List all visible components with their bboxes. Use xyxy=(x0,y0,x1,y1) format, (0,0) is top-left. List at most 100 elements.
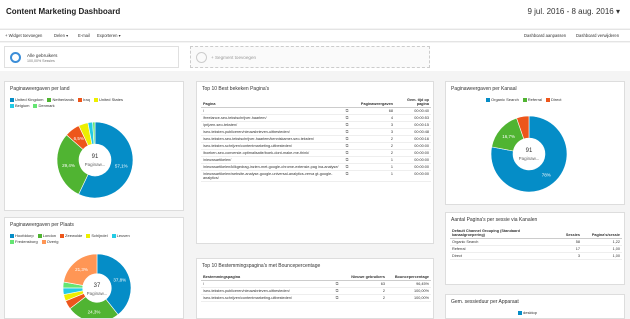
landing-page-cell[interactable]: /seo-teksten-schrijven/contentmarketing-… xyxy=(201,294,331,302)
widget-title: Top 10 Bestemmingspagina's met Bounceper… xyxy=(202,263,321,269)
table-row[interactable]: /prijzen-seo-teksten/⧉ 3 00:00:15 xyxy=(201,121,431,129)
channel-cell[interactable]: Direct xyxy=(450,252,554,260)
open-link-icon[interactable]: ⧉ xyxy=(331,280,343,288)
table-row[interactable]: /seo-teksten-publiceren/nieuwsbrieven-ui… xyxy=(201,287,431,295)
landing-page-cell[interactable]: /seo-teksten-publiceren/nieuwsbrieven-ui… xyxy=(201,287,331,295)
widget-pageviews-country: Paginaweergaven per land United Kingdom N… xyxy=(4,81,184,211)
table-row[interactable]: /nieuwsartikelen/kilkgedrag-inzien-met-g… xyxy=(201,163,431,171)
widget-top10-pages: Top 10 Best bekeken Pagina's Pagina Pagi… xyxy=(196,81,434,244)
pages-per-session-table: Default Channel Grouping (Standaard kana… xyxy=(450,228,622,260)
page-path-cell[interactable]: / xyxy=(201,107,341,115)
col-header-avg-time[interactable]: Gem. tijd op pagina xyxy=(395,97,431,108)
table-row[interactable]: Direct 3 1,00 xyxy=(450,252,622,260)
slice-label: 37,8% xyxy=(113,278,126,283)
table-row[interactable]: /seo-teksten-seo-tekstschrijver-haarlem/… xyxy=(201,135,431,143)
slice-label: 29,4% xyxy=(62,163,75,168)
table-row[interactable]: Referral 17 1,00 xyxy=(450,245,622,253)
channel-cell[interactable]: Referral xyxy=(450,245,554,253)
chart-legend: Hoofddorp London Zeewolde Schijndel Leuven Fr… xyxy=(10,233,182,245)
open-link-icon[interactable]: ⧉ xyxy=(341,114,353,122)
sessions-cell: 3 xyxy=(554,252,582,260)
customize-dashboard-button[interactable]: Dashboard aanpassen xyxy=(524,33,566,38)
pageviews-cell: 1 xyxy=(353,170,395,182)
pageviews-cell: 2 xyxy=(353,135,395,143)
donut-chart: 91 Paginaw... 57,1% 29,4% 6,5% xyxy=(56,121,134,199)
page-path-cell[interactable]: /freelance-seo-tekstschrijver-haarlem/ xyxy=(201,114,341,122)
pageviews-cell: 2 xyxy=(353,142,395,150)
open-link-icon[interactable]: ⧉ xyxy=(341,170,353,182)
delete-dashboard-button[interactable]: Dashboard verwijderen xyxy=(576,33,619,38)
table-row[interactable]: /seo-teksten-publiceren/nieuwsbrieven-ui… xyxy=(201,128,431,136)
col-header-pageviews[interactable]: Paginaweergaven xyxy=(353,97,395,108)
open-link-icon[interactable]: ⧉ xyxy=(341,142,353,150)
table-row[interactable]: / ⧉ 68 00:00:40 xyxy=(201,107,431,115)
page-path-cell[interactable]: /nieuwsartikelen/ xyxy=(201,156,341,164)
channel-cell[interactable]: Organic Search xyxy=(450,238,554,246)
table-row[interactable]: /nieuwsartikelen/website-analyse-google-… xyxy=(201,170,431,182)
sessions-cell: 58 xyxy=(554,238,582,246)
chart-legend: United Kingdom Netherlands Iraq United Stat… xyxy=(10,97,182,109)
widget-title: Paginaweergaven per Kanaal xyxy=(451,86,517,92)
avg-time-cell: 00:00:16 xyxy=(395,135,431,143)
bounce-body: / ⧉ 63 96,45%/seo-teksten-publiceren/nieuws… xyxy=(201,280,431,302)
open-link-icon[interactable]: ⧉ xyxy=(341,135,353,143)
pageviews-cell: 4 xyxy=(353,114,395,122)
page-path-cell[interactable]: /seo-teksten-schrijven/contentmarketing-… xyxy=(201,142,341,150)
legend-item: Schijndel xyxy=(86,233,108,239)
open-link-icon[interactable]: ⧉ xyxy=(341,128,353,136)
pages-per-session-cell: 1,00 xyxy=(582,245,622,253)
legend-item: Overig xyxy=(41,239,58,245)
date-range-picker[interactable]: 9 jul. 2016 - 8 aug. 2016 ▾ xyxy=(527,7,620,16)
date-range-label: 9 jul. 2016 - 8 aug. 2016 xyxy=(527,7,614,16)
pages-per-session-cell: 1,22 xyxy=(582,238,622,246)
landing-page-cell[interactable]: / xyxy=(201,280,331,288)
share-button[interactable]: Delen xyxy=(54,33,68,38)
page-path-cell[interactable]: /prijzen-seo-teksten/ xyxy=(201,121,341,129)
segment-all-users[interactable]: Alle gebruikers 100,00% Sessies xyxy=(4,46,179,68)
page-path-cell[interactable]: /boeken-seo-conversie-optimalisatie/boek… xyxy=(201,149,341,157)
add-segment-button[interactable]: + Segment toevoegen xyxy=(190,46,430,68)
slice-label: 57,1% xyxy=(115,163,128,168)
table-row[interactable]: /seo-teksten-schrijven/contentmarketing-… xyxy=(201,142,431,150)
col-header-pages-per-session[interactable]: Pagina's/sessie xyxy=(582,228,622,239)
slice-label: 78% xyxy=(542,172,551,177)
pageviews-cell: 3 xyxy=(353,128,395,136)
dashboard-header: Content Marketing Dashboard 9 jul. 2016 … xyxy=(0,0,630,28)
page-path-cell[interactable]: /nieuwsartikelen/kilkgedrag-inzien-met-g… xyxy=(201,163,341,171)
open-link-icon[interactable]: ⧉ xyxy=(341,163,353,171)
widget-pages-per-session: Aantal Pagina's per sessie via Kanalen D… xyxy=(445,212,625,285)
bounce-table: Bestemmingspagina Nieuwe gebruikers Boun… xyxy=(201,274,431,302)
legend-item: United States xyxy=(93,97,123,103)
open-link-icon[interactable]: ⧉ xyxy=(341,149,353,157)
table-row[interactable]: /freelance-seo-tekstschrijver-haarlem/⧉ 4… xyxy=(201,114,431,122)
table-row[interactable]: /boeken-seo-conversie-optimalisatie/boek… xyxy=(201,149,431,157)
export-button[interactable]: Exporteren xyxy=(97,33,121,38)
col-header-sessions[interactable]: Sessies xyxy=(554,228,582,239)
segment-ring-icon xyxy=(10,52,21,63)
col-header-link xyxy=(341,97,353,108)
new-users-cell: 2 xyxy=(343,287,387,295)
open-link-icon[interactable]: ⧉ xyxy=(331,287,343,295)
table-row[interactable]: Organic Search 58 1,22 xyxy=(450,238,622,246)
open-link-icon[interactable]: ⧉ xyxy=(341,156,353,164)
widget-top10-landing-bounce: Top 10 Bestemmingspagina's met Bounceper… xyxy=(196,258,434,319)
page-path-cell[interactable]: /nieuwsartikelen/website-analyse-google-… xyxy=(201,170,341,182)
table-row[interactable]: / ⧉ 63 96,45% xyxy=(201,280,431,288)
pps-body: Organic Search 58 1,22 Referral 17 1,00 Direct… xyxy=(450,238,622,260)
open-link-icon[interactable]: ⧉ xyxy=(341,107,353,115)
open-link-icon[interactable]: ⧉ xyxy=(331,294,343,302)
page-path-cell[interactable]: /seo-teksten-publiceren/nieuwsbrieven-ui… xyxy=(201,128,341,136)
legend-item: Leuven xyxy=(111,233,130,239)
add-segment-label: + Segment toevoegen xyxy=(211,55,257,60)
avg-time-cell: 00:00:00 xyxy=(395,142,431,150)
table-row[interactable]: /seo-teksten-schrijven/contentmarketing-… xyxy=(201,294,431,302)
table-row[interactable]: /nieuwsartikelen/⧉ 1 00:00:00 xyxy=(201,156,431,164)
page-path-cell[interactable]: /seo-teksten-seo-tekstschrijver-haarlem/… xyxy=(201,135,341,143)
widget-title: Aantal Pagina's per sessie via Kanalen xyxy=(451,217,538,223)
email-button[interactable]: E-mail xyxy=(78,33,90,38)
legend-item: Referral xyxy=(522,97,542,103)
legend-item: Fredensborg xyxy=(10,239,38,245)
open-link-icon[interactable]: ⧉ xyxy=(341,121,353,129)
legend-item: Belgium xyxy=(10,103,29,109)
add-widget-button[interactable]: + Widget toevoegen xyxy=(5,33,42,38)
